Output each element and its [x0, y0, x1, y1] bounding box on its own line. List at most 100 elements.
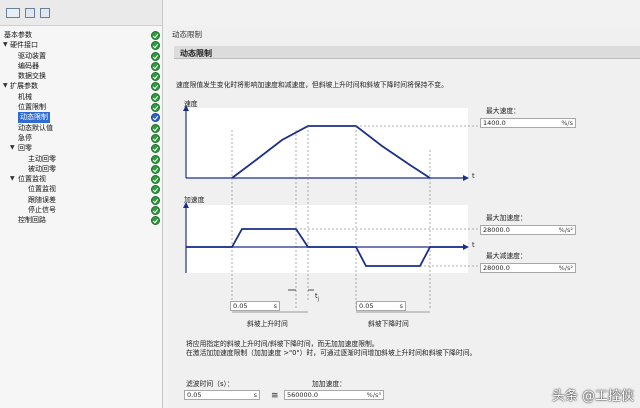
- tree-item[interactable]: ▼ 扩展参数: [0, 81, 163, 92]
- ramp-up-label: 斜坡上升时间: [247, 320, 288, 328]
- status-check-icon: [151, 175, 160, 185]
- status-check-icon: [151, 82, 160, 92]
- tree-item[interactable]: 动态默认值: [0, 123, 163, 133]
- tree-item-label: 位置限制: [18, 103, 46, 112]
- tree-item[interactable]: ▼ 硬件接口: [0, 40, 163, 51]
- status-check-icon: [151, 216, 160, 226]
- ramp-down-label: 斜坡下降时间: [368, 320, 409, 328]
- tree-item[interactable]: 急停: [0, 133, 163, 143]
- status-check-icon: [151, 51, 160, 61]
- tree-item-label: 位置监视: [18, 175, 46, 184]
- breadcrumb: 动态限制: [172, 30, 202, 39]
- max-velocity-input[interactable]: 1400.0 %/s: [480, 118, 576, 128]
- ramp-up-input[interactable]: 0.05 s: [230, 301, 280, 311]
- note-line-2: 在激活加加速度限制（加加速度 >"0"）时，可通过逐渐时间增加斜坡上升时间和斜坡…: [186, 349, 477, 357]
- jerk-input[interactable]: 560000.0 %/s³: [284, 390, 384, 400]
- section-title: 动态限制: [180, 49, 212, 58]
- link-icon[interactable]: [6, 7, 20, 18]
- tree-item[interactable]: 机械: [0, 92, 163, 102]
- max-decel-input[interactable]: 28000.0 %/s²: [480, 263, 576, 273]
- jerk-value: 560000.0: [287, 391, 319, 399]
- expand-arrow-icon[interactable]: ▼: [3, 81, 8, 91]
- tree-item-label: 动态限制: [18, 112, 50, 123]
- watermark: 头条 @工控侠: [551, 389, 634, 404]
- smoothing-time-value: 0.05: [187, 391, 202, 399]
- tree-item-label: 跟随误差: [28, 195, 56, 204]
- tree-item[interactable]: 被动回零: [0, 164, 163, 174]
- max-velocity-unit: %/s: [561, 119, 573, 127]
- tree-item[interactable]: 驱动装置: [0, 51, 163, 61]
- tree-item-label: 数据交换: [18, 72, 46, 81]
- status-check-icon: [151, 195, 160, 205]
- tree-item-label: 驱动装置: [18, 51, 46, 60]
- tree-item[interactable]: 位置限制: [0, 102, 163, 113]
- tree-item[interactable]: 数据交换: [0, 71, 163, 82]
- tree-item[interactable]: 跟随误差: [0, 195, 163, 205]
- expand-arrow-icon[interactable]: ▼: [10, 174, 15, 184]
- tree-item[interactable]: 位置监视: [0, 184, 163, 195]
- max-decel-value: 28000.0: [483, 264, 510, 272]
- max-velocity-value: 1400.0: [483, 119, 506, 127]
- accel-xlabel: t: [472, 241, 475, 249]
- jerk-unit: %/s³: [366, 391, 381, 399]
- list-icon[interactable]: [40, 7, 50, 18]
- status-check-icon: [151, 206, 160, 216]
- status-check-icon: [151, 31, 160, 40]
- status-check-icon: [151, 41, 160, 51]
- status-check-icon: [151, 144, 160, 154]
- status-check-icon: [151, 103, 160, 113]
- accel-ylabel: 加速度: [184, 196, 205, 204]
- max-accel-input[interactable]: 28000.0 %/s²: [480, 225, 576, 235]
- tree-item-label: 扩展参数: [10, 82, 38, 91]
- tree-item-label: 基本参数: [4, 31, 32, 39]
- tree-item[interactable]: ▼ 回零: [0, 143, 163, 154]
- max-accel-label: 最大加速度：: [486, 214, 527, 222]
- status-check-icon: [151, 61, 160, 71]
- tree-item-label: 主动回零: [28, 154, 56, 163]
- status-check-icon: [151, 92, 160, 102]
- tree-item-label: 急停: [18, 133, 32, 142]
- tree-item-label: 停止信号: [28, 206, 56, 215]
- ramp-down-value: 0.05: [359, 302, 374, 310]
- tree-item-label: 被动回零: [28, 164, 56, 173]
- status-check-icon: [151, 154, 160, 164]
- status-check-icon: [151, 72, 160, 82]
- tree-item[interactable]: 控制回路: [0, 215, 163, 226]
- tree-item-label: 硬件接口: [10, 41, 38, 50]
- jerk-time-label: tj: [315, 292, 320, 303]
- tree-item-label: 位置监视: [28, 185, 56, 194]
- max-accel-value: 28000.0: [483, 226, 510, 234]
- expand-arrow-icon[interactable]: ▼: [3, 40, 8, 50]
- max-decel-unit: %/s²: [558, 264, 573, 272]
- status-check-icon: [151, 185, 160, 195]
- tree-item-label: 回零: [18, 144, 32, 153]
- ramp-up-value: 0.05: [233, 302, 248, 310]
- ramp-down-input[interactable]: 0.05 s: [356, 301, 406, 311]
- smoothing-time-input[interactable]: 0.05 s: [184, 390, 260, 400]
- expand-arrow-icon[interactable]: ▼: [10, 143, 15, 153]
- tree-item[interactable]: ▼ 位置监视: [0, 174, 163, 185]
- tree-item[interactable]: 动态限制: [0, 112, 163, 123]
- status-check-icon: [151, 133, 160, 143]
- smoothing-time-unit: s: [253, 391, 257, 399]
- ramp-down-unit: s: [399, 302, 403, 310]
- tree-item[interactable]: 基本参数: [0, 30, 163, 40]
- tree-item[interactable]: 编码器: [0, 61, 163, 71]
- tree-item-label: 动态默认值: [18, 123, 53, 132]
- tree-item-label: 机械: [18, 92, 32, 101]
- approx-equal-sign: ≅: [271, 391, 279, 401]
- tree-toolbar: [0, 0, 162, 26]
- velocity-plot-area: [186, 108, 468, 178]
- velocity-ylabel: 速度: [184, 100, 198, 108]
- project-tree: 基本参数 ▼ 硬件接口 驱动装置 编码器 数据交换 ▼ 扩展参数 机械 位置限制 动态限制 动态默认值…: [0, 0, 163, 408]
- velocity-xlabel: t: [472, 172, 475, 180]
- grid-icon[interactable]: [25, 7, 35, 18]
- section-header: 动态限制: [174, 46, 640, 59]
- max-velocity-label: 最大速度：: [486, 107, 520, 115]
- max-decel-label: 最大减速度：: [486, 252, 527, 260]
- jerk-label: 加加速度：: [312, 380, 346, 388]
- description-text: 速度限值发生变化时将影响加速度和减速度，但斜坡上升时间和斜坡下降时间将保持不变。: [176, 81, 448, 89]
- tree-item[interactable]: 主动回零: [0, 154, 163, 164]
- tree-item[interactable]: 停止信号: [0, 205, 163, 216]
- tree-item-label: 控制回路: [18, 216, 46, 225]
